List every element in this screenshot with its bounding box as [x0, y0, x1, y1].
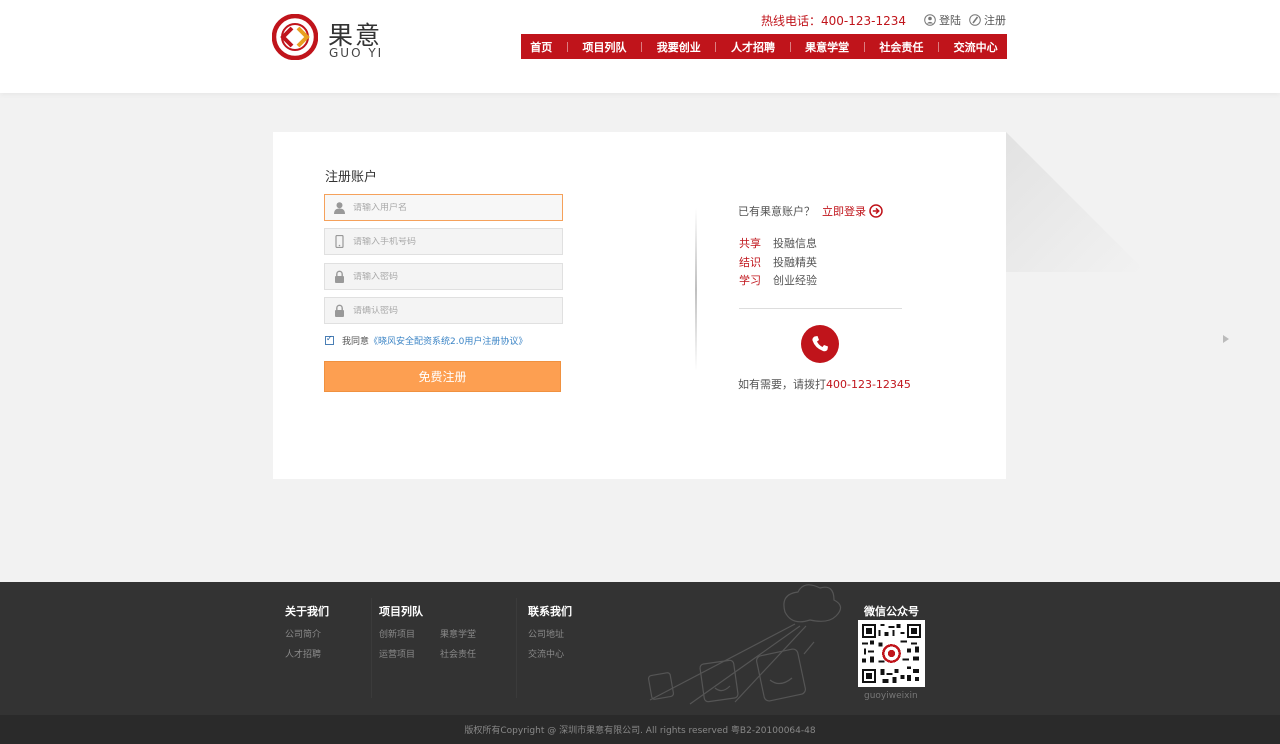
wechat-qr-code — [858, 620, 925, 687]
have-account-text: 已有果意账户？ — [738, 205, 815, 218]
form-title: 注册账户 — [325, 170, 378, 185]
logo-name-en: GUO YI — [329, 46, 384, 60]
footer-about-title: 关于我们 — [285, 605, 329, 618]
login-now-label: 立即登录 — [822, 205, 866, 218]
footer-link[interactable]: 人才招聘 — [285, 647, 321, 660]
user-icon — [334, 201, 345, 214]
feature-value: 投融精英 — [773, 256, 817, 269]
agreement-checkbox[interactable] — [325, 334, 334, 345]
logo-mark-icon — [272, 14, 318, 60]
call-prefix: 如有需要，请拨打 — [738, 378, 826, 391]
footer-separator — [371, 598, 372, 698]
user-circle-icon — [924, 14, 936, 26]
pen-circle-icon — [969, 14, 981, 26]
register-link[interactable]: 注册 — [969, 12, 1006, 28]
nav-item-startup[interactable]: 我要创业 — [657, 39, 701, 55]
wechat-account: guoyiweixin — [864, 691, 918, 701]
footer — [0, 582, 1280, 715]
horizontal-divider — [739, 308, 902, 309]
feature-item: 学习 创业经验 — [739, 272, 817, 288]
username-field[interactable] — [324, 194, 563, 221]
footer-contact-title: 联系我们 — [528, 605, 572, 618]
nav-separator — [863, 41, 865, 52]
logo[interactable]: 果意 GUO YI — [272, 14, 402, 62]
footer-link[interactable]: 创新项目 — [379, 627, 415, 640]
qr-code-icon — [862, 624, 921, 683]
phone-badge — [801, 325, 839, 363]
footer-link[interactable]: 运营项目 — [379, 647, 415, 660]
vertical-divider — [695, 208, 697, 371]
mobile-phone-icon — [335, 235, 344, 248]
topbar: 热线电话：400-123-1234 登陆 注册 — [761, 11, 1006, 29]
copyright-text: 版权所有Copyright @ 深圳市果意有限公司. All rights re… — [464, 726, 816, 736]
feature-item: 结识 投融精英 — [739, 254, 817, 270]
footer-link[interactable]: 交流中心 — [528, 647, 564, 660]
call-line: 如有需要，请拨打400-123-12345 — [738, 376, 911, 392]
call-number: 400-123-12345 — [826, 378, 911, 391]
nav-item-jobs[interactable]: 人才招聘 — [731, 39, 775, 55]
footer-link[interactable]: 果意学堂 — [440, 627, 476, 640]
feature-value: 创业经验 — [773, 274, 817, 287]
page-fold-decoration — [1006, 132, 1146, 272]
nav-separator — [789, 41, 791, 52]
footer-link[interactable]: 社会责任 — [440, 647, 476, 660]
lock-icon — [335, 270, 344, 283]
register-button[interactable]: 免费注册 — [324, 361, 561, 392]
register-label: 注册 — [984, 14, 1006, 27]
feature-key: 结识 — [739, 256, 761, 269]
agreement-row: 我同意 《晓风安全配资系统2.0用户注册协议》 — [325, 334, 527, 347]
main-nav: 首页 项目列队 我要创业 人才招聘 果意学堂 社会责任 交流中心 — [521, 34, 1007, 59]
username-input[interactable] — [353, 202, 543, 213]
login-now-link[interactable]: 立即登录 — [822, 203, 883, 219]
nav-item-projects[interactable]: 项目列队 — [583, 39, 627, 55]
phone-field[interactable] — [324, 228, 563, 255]
header: 果意 GUO YI 热线电话：400-123-1234 登陆 注册 首页 项目列… — [0, 0, 1280, 93]
nav-separator — [566, 41, 568, 52]
footer-separator — [516, 598, 517, 698]
have-account-row: 已有果意账户？ 立即登录 — [738, 203, 883, 219]
feature-item: 共享 投融信息 — [739, 235, 817, 251]
confirm-password-input[interactable] — [353, 305, 543, 316]
login-link[interactable]: 登陆 — [924, 12, 961, 28]
feature-key: 共享 — [739, 237, 761, 250]
nav-separator — [641, 41, 643, 52]
hotline: 热线电话：400-123-1234 — [760, 13, 906, 28]
scroll-arrow-icon[interactable] — [1223, 335, 1229, 343]
arrow-right-circle-icon — [869, 204, 883, 218]
agreement-prefix: 我同意 — [342, 337, 370, 347]
footer-wechat-title: 微信公众号 — [864, 605, 919, 618]
phone-icon — [812, 336, 828, 352]
nav-item-home[interactable]: 首页 — [530, 39, 552, 55]
login-label: 登陆 — [939, 14, 961, 27]
agreement-link[interactable]: 《晓风安全配资系统2.0用户注册协议》 — [369, 334, 527, 347]
nav-separator — [938, 41, 939, 52]
copyright-bar: 版权所有Copyright @ 深圳市果意有限公司. All rights re… — [0, 715, 1280, 744]
footer-link[interactable]: 公司简介 — [285, 627, 321, 640]
cartoon-illustration — [647, 584, 842, 705]
password-input[interactable] — [353, 271, 543, 282]
nav-separator — [715, 41, 717, 52]
nav-item-community[interactable]: 交流中心 — [954, 39, 998, 55]
lock-icon — [335, 304, 344, 317]
password-field[interactable] — [324, 263, 563, 290]
footer-link[interactable]: 公司地址 — [528, 627, 564, 640]
confirm-password-field[interactable] — [324, 297, 563, 324]
feature-value: 投融信息 — [773, 237, 817, 250]
feature-key: 学习 — [739, 274, 761, 287]
footer-projects-title: 项目列队 — [379, 605, 423, 618]
nav-item-responsibility[interactable]: 社会责任 — [879, 39, 923, 55]
phone-input[interactable] — [353, 236, 543, 247]
nav-item-academy[interactable]: 果意学堂 — [805, 39, 849, 55]
